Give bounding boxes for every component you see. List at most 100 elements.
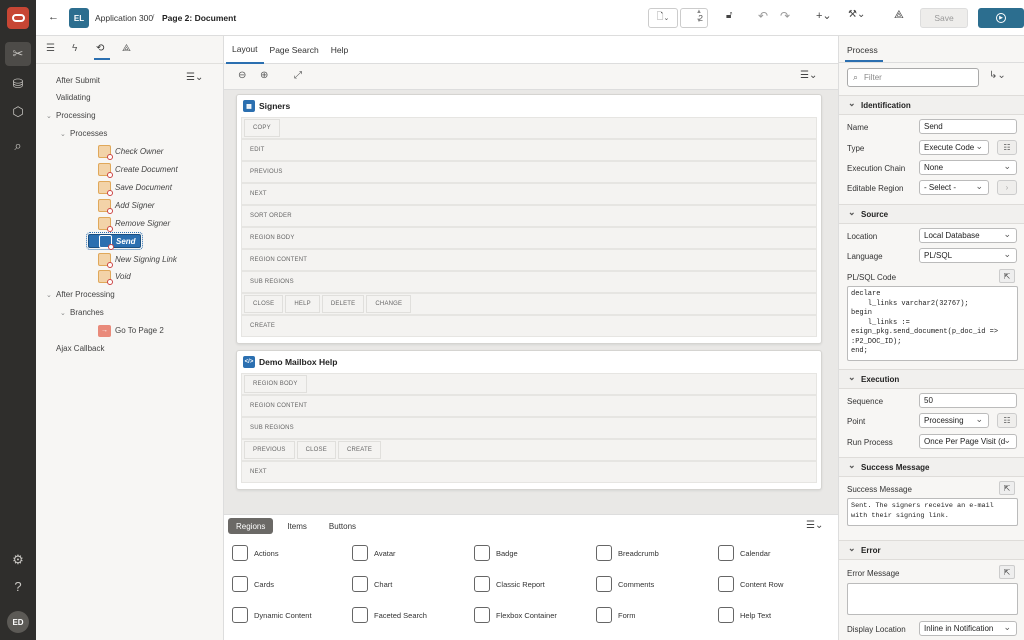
point-select[interactable]: Processing xyxy=(919,413,989,428)
editable-region-select[interactable]: - Select - xyxy=(919,180,989,195)
tree-node[interactable]: Check Owner xyxy=(88,145,163,161)
back-arrow-icon[interactable]: ← xyxy=(48,11,59,23)
type-list-button[interactable]: ☷ xyxy=(997,140,1017,155)
tree-node[interactable]: Void xyxy=(88,270,131,286)
tree-toggle-icon[interactable]: ⌄ xyxy=(60,309,70,317)
gallery-item[interactable]: Comments xyxy=(596,576,654,592)
app-builder-icon[interactable]: ✂ xyxy=(5,42,31,66)
tab-layout[interactable]: Layout xyxy=(226,36,264,64)
gallery-item[interactable]: Faceted Search xyxy=(352,607,427,623)
layout-slot[interactable]: REGION BODY xyxy=(241,227,817,249)
gallery-item[interactable]: Actions xyxy=(232,545,279,561)
tree-node[interactable]: ⌄ Processing xyxy=(46,109,96,123)
gallery-item[interactable]: Badge xyxy=(474,545,518,561)
create-menu-button[interactable]: +⌄ xyxy=(816,9,832,22)
layout-slot[interactable]: NEXT xyxy=(241,461,817,483)
page-stepper[interactable]: ▲ ▼ xyxy=(696,8,702,26)
zoom-out-icon[interactable]: ⊖ xyxy=(238,70,246,81)
section-error[interactable]: Error xyxy=(839,540,1024,560)
layout-slot[interactable]: REGION BODY xyxy=(241,373,817,395)
tree-menu-button[interactable]: ☰⌄ xyxy=(186,72,203,83)
shared-components-icon[interactable]: ⟁ xyxy=(894,9,904,22)
database-icon[interactable]: ⛁ xyxy=(0,72,36,96)
name-input[interactable]: Send xyxy=(919,119,1017,134)
help-icon[interactable]: ? xyxy=(0,574,36,598)
tab-regions[interactable]: Regions xyxy=(228,518,274,534)
app-name-link[interactable]: Application 300 xyxy=(95,13,153,23)
region-header[interactable]: </> Demo Mailbox Help xyxy=(237,351,821,373)
layout-slot[interactable]: SUB REGIONS xyxy=(241,271,817,293)
layout-slot[interactable]: PREVIOUS xyxy=(241,161,817,183)
layout-slot[interactable]: SUB REGIONS xyxy=(241,417,817,439)
layout-slot[interactable]: PREVIOUS CLOSE CREATE xyxy=(241,439,817,461)
processing-tab-icon[interactable]: ⟲ xyxy=(96,43,104,54)
location-select[interactable]: Local Database xyxy=(919,228,1017,243)
gallery-item[interactable]: Cards xyxy=(232,576,274,592)
gallery-item[interactable]: Dynamic Content xyxy=(232,607,312,623)
layout-slot[interactable]: CLOSE HELP DELETE CHANGE xyxy=(241,293,817,315)
gallery-item[interactable]: Calendar xyxy=(718,545,770,561)
gallery-item[interactable]: Classic Report xyxy=(474,576,545,592)
plsql-code-editor[interactable]: declare l_links varchar2(32767); begin l… xyxy=(847,286,1018,361)
zoom-in-icon[interactable]: ⊕ xyxy=(260,70,268,81)
section-execution[interactable]: Execution xyxy=(839,369,1024,389)
search-icon[interactable]: ⌕ xyxy=(0,134,36,158)
user-settings-icon[interactable]: ⚙ xyxy=(0,548,36,572)
expand-error-icon[interactable]: ⇱ xyxy=(999,565,1015,579)
region-header[interactable]: ▦ Signers xyxy=(237,95,821,117)
region[interactable]: </> Demo Mailbox Help REGION BODY REGION CO… xyxy=(236,350,822,490)
section-source[interactable]: Source xyxy=(839,204,1024,224)
layout-slot[interactable]: CREATE xyxy=(241,315,817,337)
layout-slot[interactable]: REGION CONTENT xyxy=(241,395,817,417)
tree-toggle-icon[interactable]: ⌄ xyxy=(46,112,56,120)
lock-icon[interactable]: 🔓︎ xyxy=(726,10,732,21)
rendering-tab-icon[interactable]: ☰ xyxy=(46,43,55,54)
go-to-group-button[interactable]: ↳⌄ xyxy=(989,70,1006,81)
tree-node[interactable]: Save Document xyxy=(88,180,172,196)
tab-buttons[interactable]: Buttons xyxy=(321,518,364,534)
run-process-select[interactable]: Once Per Page Visit (d xyxy=(919,434,1017,449)
layout-slot[interactable]: COPY xyxy=(241,117,817,139)
redo-icon[interactable]: ↷ xyxy=(780,9,790,23)
shared-components-tab-icon[interactable]: ⟁ xyxy=(122,43,131,54)
tree-node[interactable]: Remove Signer xyxy=(88,216,170,232)
layout-slot[interactable]: NEXT xyxy=(241,183,817,205)
gallery-item[interactable]: Help Text xyxy=(718,607,771,623)
dynamic-actions-tab-icon[interactable]: ϟ xyxy=(72,43,77,54)
tree-node[interactable]: Ajax Callback xyxy=(46,342,104,356)
gallery-item[interactable]: Flexbox Container xyxy=(474,607,557,623)
tree-node[interactable]: Add Signer xyxy=(88,198,155,214)
display-location-select[interactable]: Inline in Notification xyxy=(919,621,1017,636)
gallery-item[interactable]: Form xyxy=(596,607,636,623)
page-selector[interactable]: 🗋 ⌄ xyxy=(648,8,678,28)
expand-success-icon[interactable]: ⇱ xyxy=(999,481,1015,495)
utilities-menu-button[interactable]: ⚒⌄ xyxy=(848,9,865,20)
region[interactable]: ▦ Signers COPY EDIT PREVIOUS NEXT SORT ORDER RE… xyxy=(236,94,822,344)
type-select[interactable]: Execute Code xyxy=(919,140,989,155)
tree-toggle-icon[interactable]: ⌄ xyxy=(46,291,56,299)
tab-page-search[interactable]: Page Search xyxy=(264,36,325,64)
layout-slot[interactable]: EDIT xyxy=(241,139,817,161)
property-tab[interactable]: Process xyxy=(847,45,878,55)
tree-node[interactable]: Validating xyxy=(46,91,91,105)
editable-region-go-button[interactable]: › xyxy=(997,180,1017,195)
sequence-input[interactable]: 50 xyxy=(919,393,1017,408)
tree-toggle-icon[interactable]: ⌄ xyxy=(60,130,70,138)
expand-icon[interactable]: ⤢ xyxy=(294,70,302,81)
tree-node[interactable]: ⌄ Branches xyxy=(60,306,104,320)
language-select[interactable]: PL/SQL xyxy=(919,248,1017,263)
package-icon[interactable]: ⬡ xyxy=(0,100,36,124)
tree-node[interactable]: ⌄ After Processing xyxy=(46,288,115,302)
page-number-input[interactable]: 2 xyxy=(680,8,708,28)
gallery-item[interactable]: Avatar xyxy=(352,545,396,561)
undo-icon[interactable]: ↶ xyxy=(758,9,768,23)
tab-items[interactable]: Items xyxy=(279,518,315,534)
gallery-item[interactable]: Breadcrumb xyxy=(596,545,659,561)
layout-slot[interactable]: SORT ORDER xyxy=(241,205,817,227)
tree-node[interactable]: New Signing Link xyxy=(88,252,177,268)
avatar[interactable]: ED xyxy=(7,611,29,633)
error-message-textarea[interactable] xyxy=(847,583,1018,615)
gallery-item[interactable]: Chart xyxy=(352,576,392,592)
success-message-textarea[interactable]: Sent. The signers receive an e-mail with… xyxy=(847,498,1018,526)
layout-slot[interactable]: REGION CONTENT xyxy=(241,249,817,271)
